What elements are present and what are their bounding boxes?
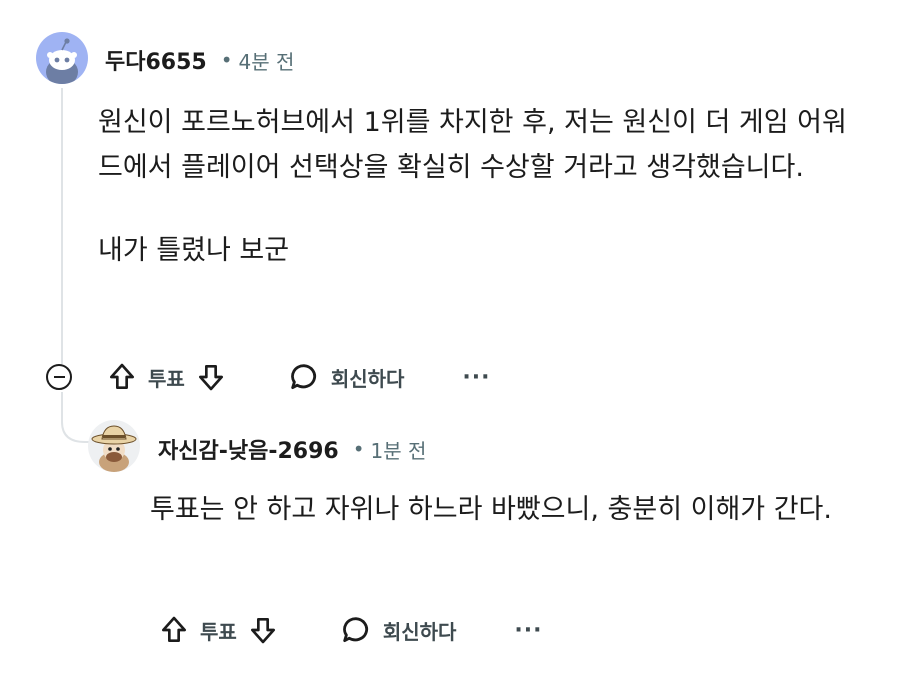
comment-paragraph: 내가 틀렸나 보군 [98,235,290,266]
hat-avatar-icon [91,425,137,472]
timestamp[interactable]: 4분 전 [239,46,295,75]
vote-label: 투표 [200,619,237,644]
more-options-button[interactable]: ··· [462,365,490,390]
comment-bubble-icon [339,613,373,647]
downvote-icon[interactable] [195,361,227,393]
downvote-icon[interactable] [247,614,279,646]
reply-button[interactable]: 회신하다 [287,360,405,394]
comment-actions: 투표 회신하다 ··· [106,358,491,396]
reply-button[interactable]: 회신하다 [339,613,457,647]
reply-label: 회신하다 [330,366,405,391]
reddit-snoo-icon [46,38,78,84]
separator: • [220,48,233,72]
upvote-icon[interactable] [158,614,190,646]
thread-line [61,88,63,364]
username[interactable]: 자신감-낮음-2696 [158,433,339,465]
more-options-button[interactable]: ··· [514,618,542,643]
comment-body: 원신이 포르노허브에서 1위를 차지한 후, 저는 원신이 더 게임 어워드에서… [98,100,858,273]
collapse-thread-button[interactable] [46,364,72,390]
comment-paragraph: 원신이 포르노허브에서 1위를 차지한 후, 저는 원신이 더 게임 어워드에서… [98,107,847,183]
upvote-icon[interactable] [106,361,138,393]
timestamp[interactable]: 1분 전 [371,435,427,464]
separator: • [352,437,365,461]
comment-actions: 투표 회신하다 ··· [158,611,543,649]
reply-label: 회신하다 [382,619,457,644]
avatar[interactable] [88,420,140,472]
vote-label: 투표 [148,366,185,391]
comment-body: 투표는 안 하고 자위나 하느라 바빴으니, 충분히 이해가 간다. [150,487,860,532]
thread-line-curve [61,410,91,443]
comment-paragraph: 투표는 안 하고 자위나 하느라 바빴으니, 충분히 이해가 간다. [150,494,832,525]
comment-bubble-icon [287,360,321,394]
avatar[interactable] [36,32,88,84]
username[interactable]: 두다6655 [105,44,207,76]
